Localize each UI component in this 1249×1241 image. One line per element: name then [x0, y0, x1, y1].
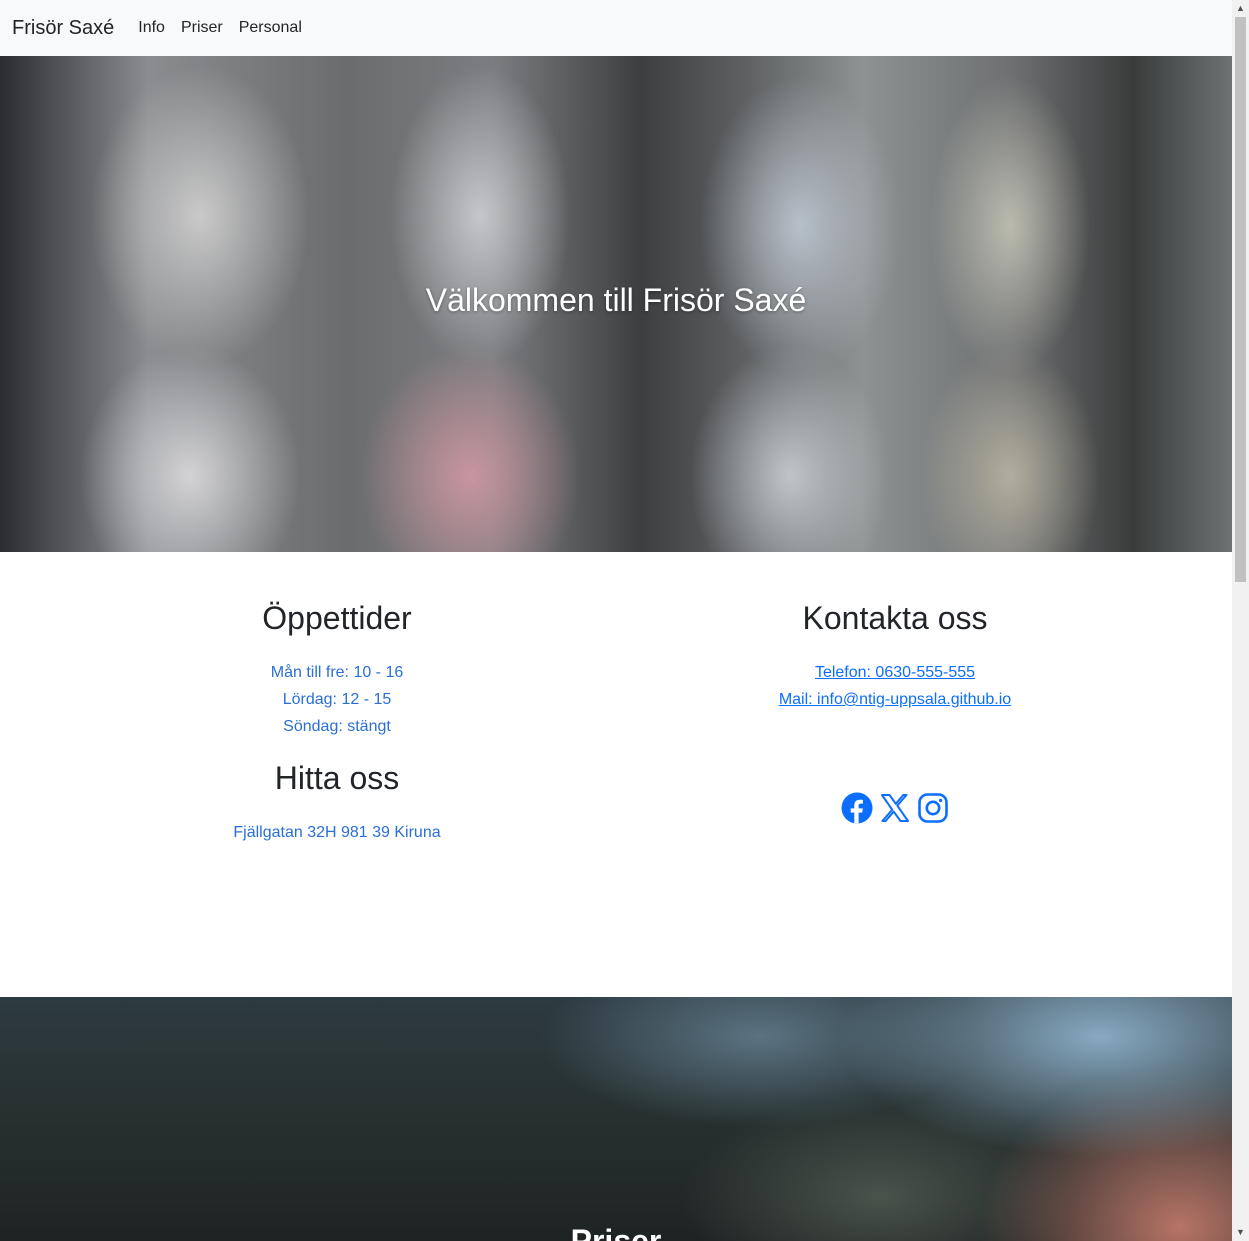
- facebook-icon[interactable]: [841, 792, 873, 824]
- scrollbar-thumb[interactable]: [1235, 17, 1246, 582]
- hours-weekdays: Mån till fre: 10 - 16: [270, 664, 404, 681]
- nav-link-priser[interactable]: Priser: [173, 19, 231, 37]
- hours-saturday: Lördag: 12 - 15: [282, 691, 392, 708]
- scroll-down-icon[interactable]: ▼: [1232, 1224, 1249, 1241]
- location-heading: Hitta oss: [274, 760, 400, 796]
- priser-title: Priser: [570, 1223, 662, 1241]
- phone-link[interactable]: Telefon: 0630-555-555: [815, 664, 975, 681]
- hero-title: Välkommen till Frisör Saxé: [425, 282, 807, 318]
- info-section: Öppettider Mån till fre: 10 - 16 Lördag:…: [0, 552, 1232, 997]
- instagram-icon[interactable]: [917, 792, 949, 824]
- priser-section: Priser: [0, 997, 1232, 1241]
- x-icon[interactable]: [879, 792, 911, 824]
- navbar: Frisör Saxé Info Priser Personal: [0, 0, 1232, 56]
- mail-link[interactable]: Mail: info@ntig-uppsala.github.io: [779, 691, 1011, 708]
- hours-heading: Öppettider: [262, 600, 412, 636]
- vertical-scrollbar[interactable]: ▲ ▼: [1232, 0, 1249, 1241]
- brand-link[interactable]: Frisör Saxé: [12, 17, 114, 40]
- address-text: Fjällgatan 32H 981 39 Kiruna: [233, 824, 441, 841]
- social-links: [616, 792, 1174, 824]
- nav-link-info[interactable]: Info: [130, 19, 173, 37]
- hours-sunday: Söndag: stängt: [283, 718, 391, 735]
- hero-banner: Välkommen till Frisör Saxé: [0, 56, 1232, 552]
- scroll-up-icon[interactable]: ▲: [1232, 0, 1249, 17]
- nav-link-personal[interactable]: Personal: [231, 19, 310, 37]
- contact-heading: Kontakta oss: [802, 600, 988, 636]
